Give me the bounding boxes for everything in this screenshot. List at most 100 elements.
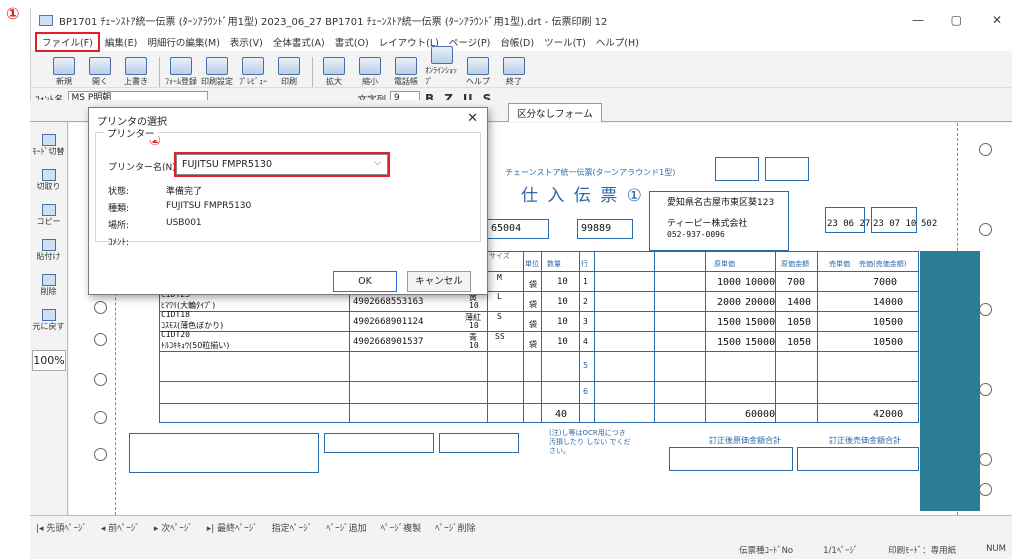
row4-priceamt: 10500 xyxy=(873,337,904,348)
col-header-unit: 単位 xyxy=(525,260,539,268)
help-button[interactable]: ヘルプ xyxy=(461,57,495,87)
maximize-button[interactable]: ▢ xyxy=(951,13,962,27)
cut-button[interactable]: 切取り xyxy=(30,169,67,192)
grid-line xyxy=(541,251,542,423)
trade-code: 99889 xyxy=(581,223,612,234)
zoom-out-button[interactable]: 縮小 xyxy=(353,57,387,87)
dialog-close-button[interactable]: ✕ xyxy=(467,111,478,126)
menu-ledger[interactable]: 台帳(D) xyxy=(495,34,539,50)
row2-priceamt: 14000 xyxy=(873,297,904,308)
total-cost: 60000 xyxy=(745,409,776,420)
add-page-button[interactable]: ﾍﾟｰｼﾞ追加 xyxy=(326,521,367,534)
col-header-price: 売単価 xyxy=(829,260,850,268)
row1-unit: 袋 xyxy=(529,280,537,289)
type-label: 種類: xyxy=(108,204,130,214)
grid-line xyxy=(775,251,776,423)
menu-file[interactable]: ファイル(F) xyxy=(35,32,100,52)
line-6: 6 xyxy=(583,387,589,396)
print-button[interactable]: 印刷 xyxy=(272,57,306,87)
menu-format[interactable]: 書式(O) xyxy=(330,34,374,50)
page-navigation: |◂ 先頭ﾍﾟｰｼﾞ ◂ 前ﾍﾟｰｼﾞ ▸ 次ﾍﾟｰｼﾞ ▸| 最終ﾍﾟｰｼﾞ … xyxy=(30,516,1012,538)
form-icon xyxy=(170,57,192,75)
menu-global-format[interactable]: 全体書式(A) xyxy=(268,34,330,50)
minimize-button[interactable]: — xyxy=(912,13,924,27)
phonebook-button[interactable]: 電話帳 xyxy=(389,57,423,87)
undo-button[interactable]: 元に戻す xyxy=(30,309,67,332)
correction-box xyxy=(797,447,919,471)
grid-line xyxy=(159,403,919,404)
status-value: 準備完了 xyxy=(166,187,203,197)
row3-costamt: 15000 xyxy=(745,317,776,328)
first-page-button[interactable]: |◂ 先頭ﾍﾟｰｼﾞ xyxy=(36,521,87,534)
print-settings-icon xyxy=(206,57,228,75)
shop-icon xyxy=(431,46,453,64)
grid-line xyxy=(594,251,595,423)
zoom-in-button[interactable]: 拡大 xyxy=(317,57,351,87)
grid-line xyxy=(523,251,524,423)
menu-view[interactable]: 表示(V) xyxy=(225,34,268,50)
menu-edit[interactable]: 編集(E) xyxy=(100,34,142,50)
ok-button[interactable]: OK xyxy=(333,271,397,292)
cut-icon xyxy=(41,169,56,181)
row4-cost: 1500 xyxy=(717,337,742,348)
goto-page-button[interactable]: 指定ﾍﾟｰｼﾞ xyxy=(272,521,313,534)
row2-price: 1400 xyxy=(787,297,812,308)
row4-line: 4 xyxy=(583,337,588,346)
left-toolbar: ﾓｰﾄﾞ切替 切取り コピー 貼付け 削除 元に戻す 100% xyxy=(30,122,68,515)
delete-button[interactable]: 削除 xyxy=(30,274,67,297)
undo-icon xyxy=(41,309,56,321)
pin-hole xyxy=(979,303,992,316)
row1-price: 700 xyxy=(787,277,806,288)
ocr-note: (注)し等はOCR用につき 汚損したり しない でください。 xyxy=(549,429,631,455)
total-price: 42000 xyxy=(873,409,904,420)
printer-group-label: プリンター xyxy=(104,126,158,140)
phonebook-icon xyxy=(395,57,417,75)
pin-hole xyxy=(94,448,107,461)
exit-icon xyxy=(503,57,525,75)
new-button[interactable]: 新規 xyxy=(47,57,81,87)
col-header-cost: 原単価 xyxy=(714,260,735,268)
row1-priceamt: 7000 xyxy=(873,277,898,288)
col-header-priceamt: 売価(売価金額) xyxy=(859,260,907,268)
menu-tools[interactable]: ツール(T) xyxy=(539,34,591,50)
pin-hole xyxy=(94,373,107,386)
preview-button[interactable]: ﾌﾟﾚﾋﾞｭｰ xyxy=(236,57,270,87)
cancel-button[interactable]: キャンセル xyxy=(407,271,471,292)
stamp-box xyxy=(439,433,519,453)
stamp-box xyxy=(324,433,434,453)
menu-detail-edit[interactable]: 明細行の編集(M) xyxy=(142,34,225,50)
highlight-box xyxy=(174,152,390,177)
open-button[interactable]: 開く xyxy=(83,57,117,87)
pin-hole xyxy=(979,383,992,396)
last-page-button[interactable]: ▸| 最終ﾍﾟｰｼﾞ xyxy=(207,521,258,534)
status-num: NUM xyxy=(986,544,1006,554)
next-page-button[interactable]: ▸ 次ﾍﾟｰｼﾞ xyxy=(154,521,193,534)
copy-button[interactable]: コピー xyxy=(30,204,67,227)
mode-switch-button[interactable]: ﾓｰﾄﾞ切替 xyxy=(30,134,67,157)
col-header-qty: 数量 xyxy=(547,260,561,268)
online-shop-button[interactable]: ｵﾝﾗｲﾝｼｮｯﾌﾟ xyxy=(425,46,459,87)
delete-page-button[interactable]: ﾍﾟｰｼﾞ削除 xyxy=(435,521,476,534)
save-button[interactable]: 上書き xyxy=(119,57,153,87)
form-register-button[interactable]: ﾌｫｰﾑ登録 xyxy=(164,57,198,87)
prev-page-button[interactable]: ◂ 前ﾍﾟｰｼﾞ xyxy=(101,521,140,534)
row1-cost: 1000 xyxy=(717,277,742,288)
tab-no-category-form[interactable]: 区分なしフォーム xyxy=(508,103,602,122)
help-icon xyxy=(467,57,489,75)
form-title: 仕 入 伝 票 ① xyxy=(521,186,644,206)
paste-button[interactable]: 貼付け xyxy=(30,239,67,262)
row4-qty: 10 xyxy=(557,337,568,347)
zoom-level[interactable]: 100% xyxy=(32,350,66,371)
close-button[interactable]: ✕ xyxy=(992,13,1002,27)
title-bar: BP1701 ﾁｪｰﾝｽﾄｱ統一伝票 (ﾀｰﾝｱﾗｳﾝﾄﾞ用1型) 2023_0… xyxy=(31,8,1012,33)
step-marker-1: ① xyxy=(6,4,20,23)
category-box xyxy=(715,157,759,181)
row2-costamt: 20000 xyxy=(745,297,776,308)
zoom-in-icon xyxy=(323,57,345,75)
exit-button[interactable]: 終了 xyxy=(497,57,531,87)
print-settings-button[interactable]: 印刷設定 xyxy=(200,57,234,87)
grid-line xyxy=(159,381,919,382)
row2-size: L xyxy=(497,292,502,301)
duplicate-page-button[interactable]: ﾍﾟｰｼﾞ複製 xyxy=(381,521,422,534)
menu-help[interactable]: ヘルプ(H) xyxy=(591,34,644,50)
